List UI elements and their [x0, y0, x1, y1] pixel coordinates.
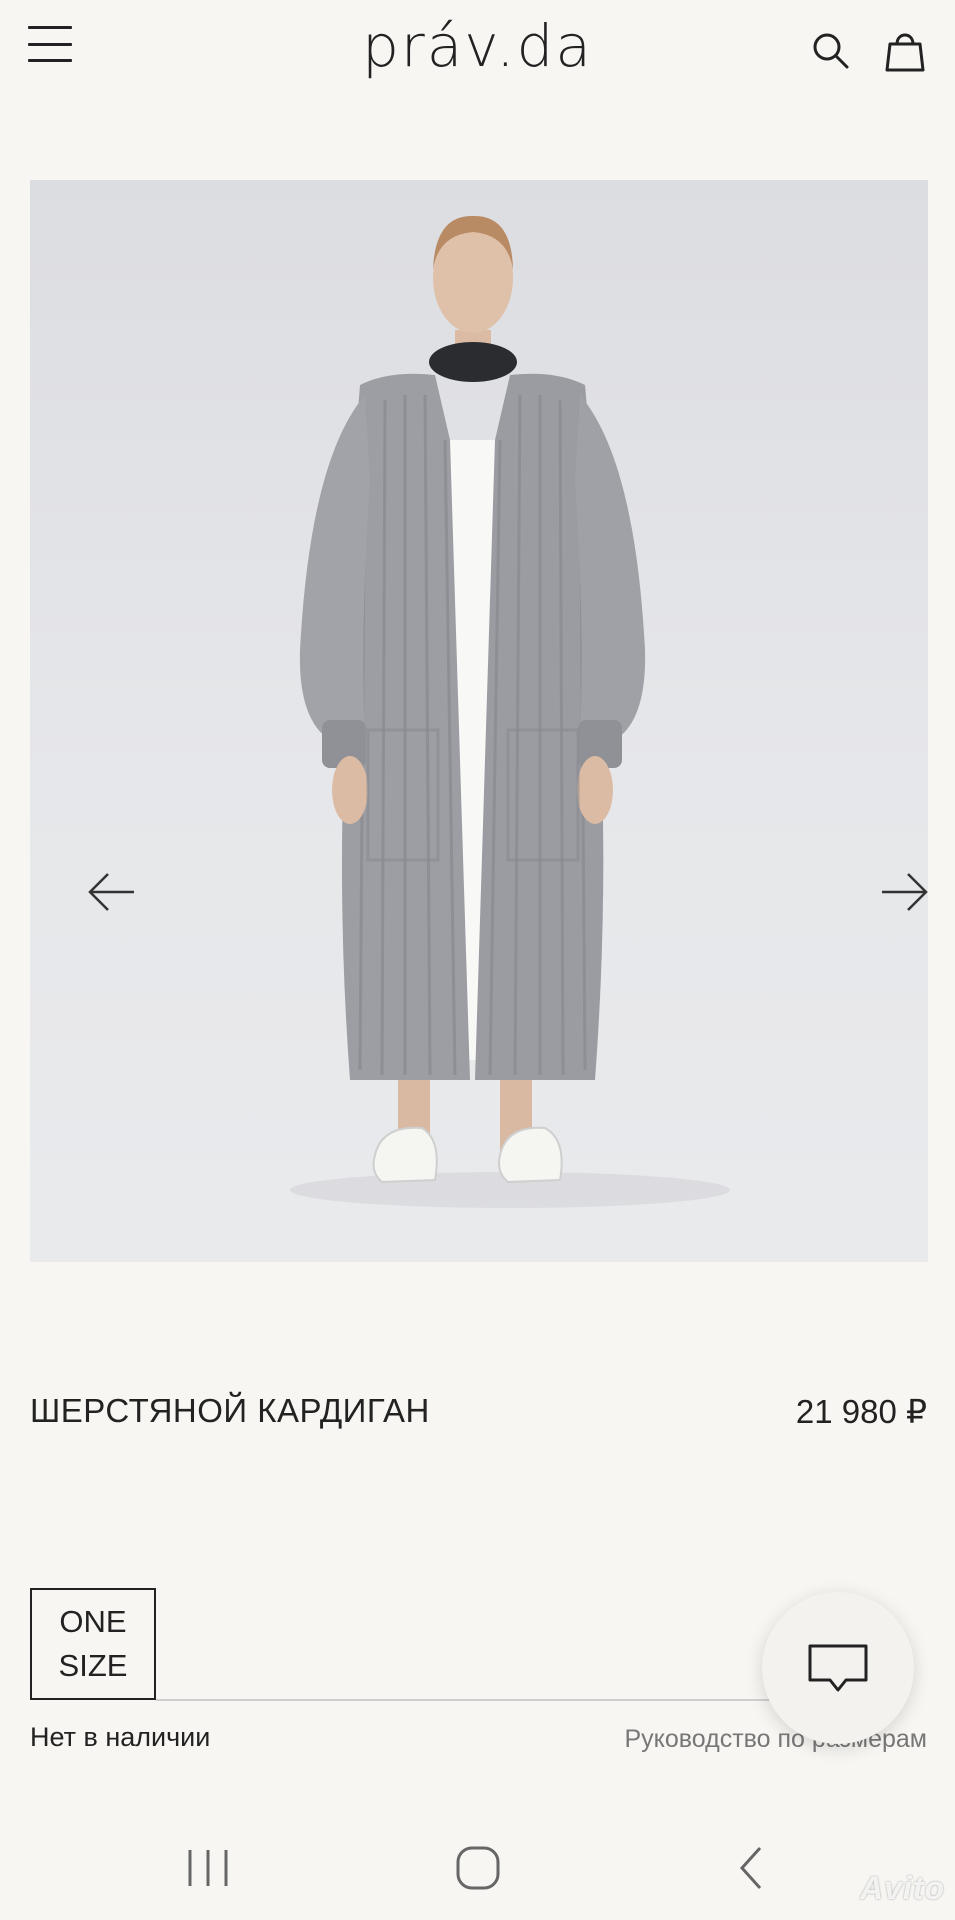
arrow-right-icon[interactable]	[876, 864, 928, 920]
shopping-bag-icon[interactable]	[880, 26, 930, 76]
product-image-gallery[interactable]	[30, 180, 928, 1262]
watermark-text: Avito	[860, 1870, 945, 1906]
product-price: 21 980 ₽	[795, 1393, 927, 1430]
chat-button[interactable]	[762, 1592, 914, 1744]
size-option-one-size[interactable]: ONE SIZE	[30, 1588, 156, 1700]
stock-status: Нет в наличии	[30, 1722, 211, 1752]
size-option-line-2: SIZE	[58, 1648, 128, 1683]
arrow-left-icon[interactable]	[84, 864, 140, 920]
app-header: práv.da	[0, 0, 955, 110]
product-photo-model-cardigan	[290, 215, 730, 1208]
system-nav-bar	[0, 1810, 955, 1920]
size-option-line-1: ONE	[59, 1604, 127, 1639]
product-title: ШЕРСТЯНОЙ КАРДИГАН	[30, 1392, 430, 1429]
home-icon[interactable]	[448, 1838, 508, 1898]
search-icon[interactable]	[806, 26, 856, 76]
chat-bubble-icon	[808, 1644, 868, 1692]
size-divider	[156, 1699, 856, 1701]
recent-apps-icon[interactable]	[178, 1838, 238, 1898]
back-icon[interactable]	[722, 1838, 782, 1898]
